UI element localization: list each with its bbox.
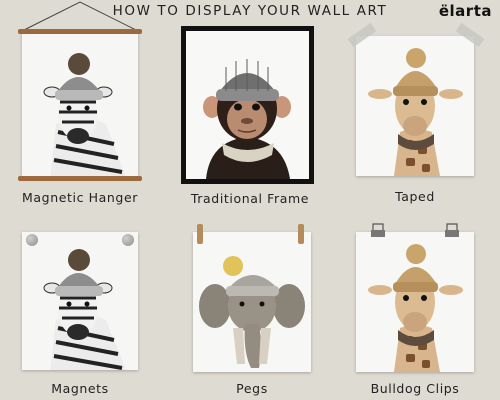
caption-pegs: Pegs	[236, 381, 268, 396]
giraffe-print-taped	[356, 36, 474, 176]
peg-right	[298, 224, 304, 244]
chimpanzee-print	[186, 31, 309, 179]
bulldog-clip-right	[445, 223, 459, 237]
zebra-print-magnets	[22, 232, 138, 370]
hanger-string	[21, 1, 139, 32]
hanger-top-bar	[18, 29, 142, 34]
magnet-left	[26, 234, 38, 246]
zebra-illustration	[22, 232, 138, 370]
brand-logo: ëlarta	[438, 2, 492, 20]
peg-left	[197, 224, 203, 244]
bulldog-clip-left	[371, 223, 385, 237]
magnet-right	[122, 234, 134, 246]
caption-traditional-frame: Traditional Frame	[190, 191, 310, 206]
caption-taped: Taped	[395, 189, 435, 204]
chimpanzee-illustration	[186, 31, 309, 179]
giraffe-print-clips	[356, 232, 474, 372]
zebra-print	[22, 32, 138, 178]
giraffe-illustration	[356, 232, 474, 372]
zebra-illustration	[22, 32, 138, 178]
caption-bulldog-clips: Bulldog Clips	[370, 381, 460, 396]
giraffe-illustration	[356, 36, 474, 176]
hanger-bottom-bar	[18, 176, 142, 181]
elephant-print	[193, 232, 311, 372]
caption-magnets: Magnets	[51, 381, 109, 396]
elephant-illustration	[193, 232, 311, 372]
caption-magnetic-hanger: Magnetic Hanger	[22, 190, 138, 205]
